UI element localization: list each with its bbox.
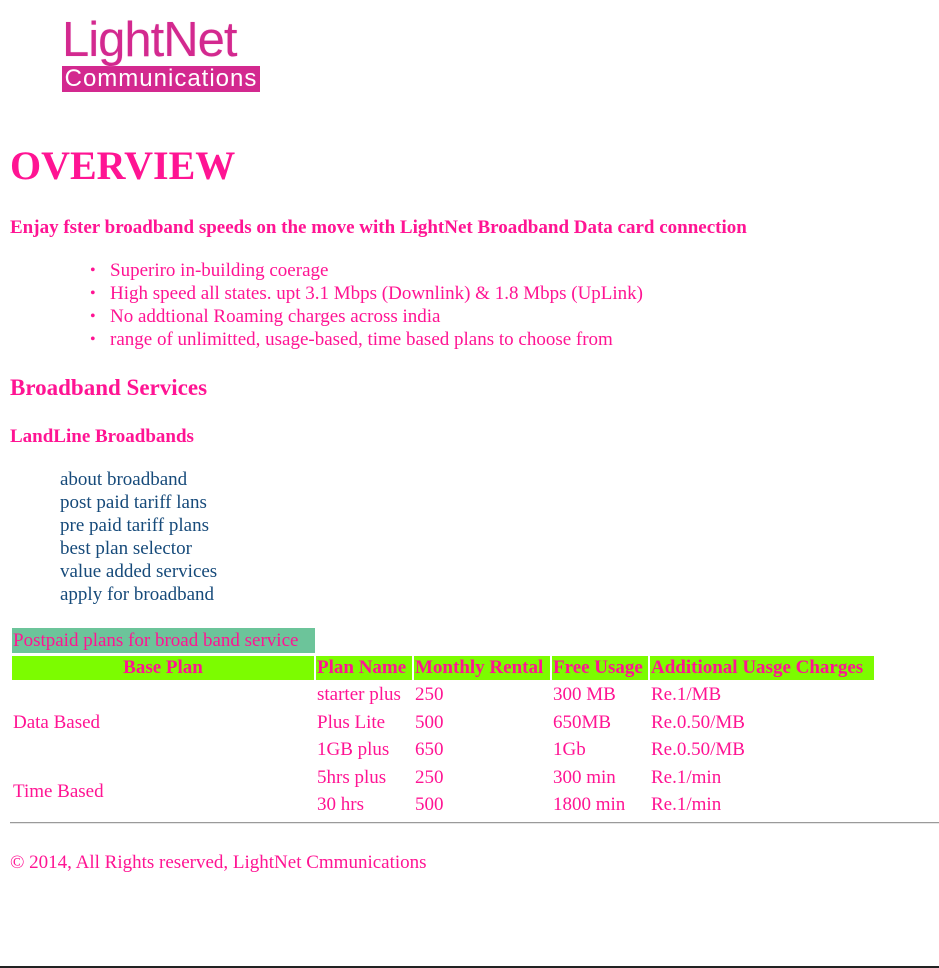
plan-name-cell: 5hrs plus [317, 766, 387, 788]
header-monthly-rental: Monthly Rental [414, 656, 550, 680]
monthly-rental-cell: 500 [415, 711, 444, 733]
bullet-icon: • [90, 331, 96, 348]
feature-text: High speed all states. upt 3.1 Mbps (Dow… [110, 283, 644, 304]
logo-wordmark: LightNet [62, 13, 238, 67]
table-row: Data Based starter plus 250 300 MB Re.1/… [12, 682, 874, 733]
header-base-plan: Base Plan [12, 656, 314, 680]
plan-name-cell: 30 hrs [317, 794, 364, 816]
tagline: Enjay fster broadband speeds on the move… [10, 217, 747, 238]
additional-charges-cell: Re.0.50/MB [651, 739, 745, 761]
link-pre-paid-tariff[interactable]: pre paid tariff plans [60, 514, 217, 537]
feature-list: • Superiro in-building coerage • High spee… [10, 259, 643, 351]
table-row: Time Based 5hrs plus 250 300 min Re.1/mi… [12, 765, 874, 802]
postpaid-plans-table: Base Plan Plan Name Monthly Rental Free … [10, 654, 876, 820]
link-value-added-services[interactable]: value added services [60, 560, 217, 583]
feature-text: No addtional Roaming charges across indi… [110, 306, 441, 327]
bullet-icon: • [90, 285, 96, 302]
monthly-rental-cell: 650 [415, 739, 444, 761]
header-plan-name: Plan Name [316, 656, 412, 680]
plan-name-cell: Plus Lite [317, 711, 386, 733]
footer-divider [10, 822, 939, 824]
feature-item: • range of unlimitted, usage-based, time … [90, 328, 643, 351]
lightnet-logo[interactable]: LightNet Communications [62, 14, 262, 96]
base-plan-cell: Time Based [13, 780, 104, 802]
additional-charges-cell: Re.0.50/MB [651, 711, 745, 733]
base-plan-cell: Data Based [13, 711, 101, 733]
broadband-services-heading: Broadband Services [10, 375, 208, 400]
additional-charges-cell: Re.1/min [651, 766, 722, 788]
monthly-rental-cell: 500 [415, 794, 444, 816]
broadband-link-list: about broadband post paid tariff lans pr… [60, 468, 217, 606]
page-title: OVERVIEW [10, 143, 236, 188]
copyright-footer: © 2014, All Rights reserved, LightNet Cm… [10, 852, 427, 873]
table-header-row: Base Plan Plan Name Monthly Rental Free … [12, 656, 874, 680]
free-usage-cell: 1800 min [553, 794, 626, 816]
header-additional-charges: Additional Uasge Charges [650, 656, 874, 680]
link-best-plan-selector[interactable]: best plan selector [60, 537, 217, 560]
landline-broadbands-heading: LandLine Broadbands [10, 426, 194, 447]
link-apply-for-broadband[interactable]: apply for broadband [60, 583, 217, 606]
plan-name-cell: starter plus [317, 684, 401, 706]
monthly-rental-cell: 250 [415, 766, 444, 788]
plan-name-cell: 1GB plus [317, 739, 390, 761]
feature-item: • High speed all states. upt 3.1 Mbps (Do… [90, 282, 644, 305]
plans-table-caption: Postpaid plans for broad band service [12, 628, 315, 653]
logo-subtitle: Communications [62, 66, 260, 92]
feature-text: range of unlimitted, usage-based, time b… [110, 329, 613, 350]
free-usage-cell: 300 MB [553, 684, 616, 706]
header-free-usage: Free Usage [552, 656, 648, 680]
free-usage-cell: 300 min [553, 766, 616, 788]
link-about-broadband[interactable]: about broadband [60, 468, 217, 491]
feature-item: • Superiro in-building coerage [90, 259, 643, 282]
free-usage-cell: 1Gb [553, 739, 586, 761]
feature-text: Superiro in-building coerage [110, 260, 329, 281]
additional-charges-cell: Re.1/MB [651, 684, 722, 706]
bullet-icon: • [90, 262, 96, 279]
link-post-paid-tariff[interactable]: post paid tariff lans [60, 491, 217, 514]
monthly-rental-cell: 250 [415, 684, 444, 706]
feature-item: • No addtional Roaming charges across ind… [90, 305, 643, 328]
free-usage-cell: 650MB [553, 711, 612, 733]
bullet-icon: • [90, 308, 96, 325]
additional-charges-cell: Re.1/min [651, 794, 722, 816]
